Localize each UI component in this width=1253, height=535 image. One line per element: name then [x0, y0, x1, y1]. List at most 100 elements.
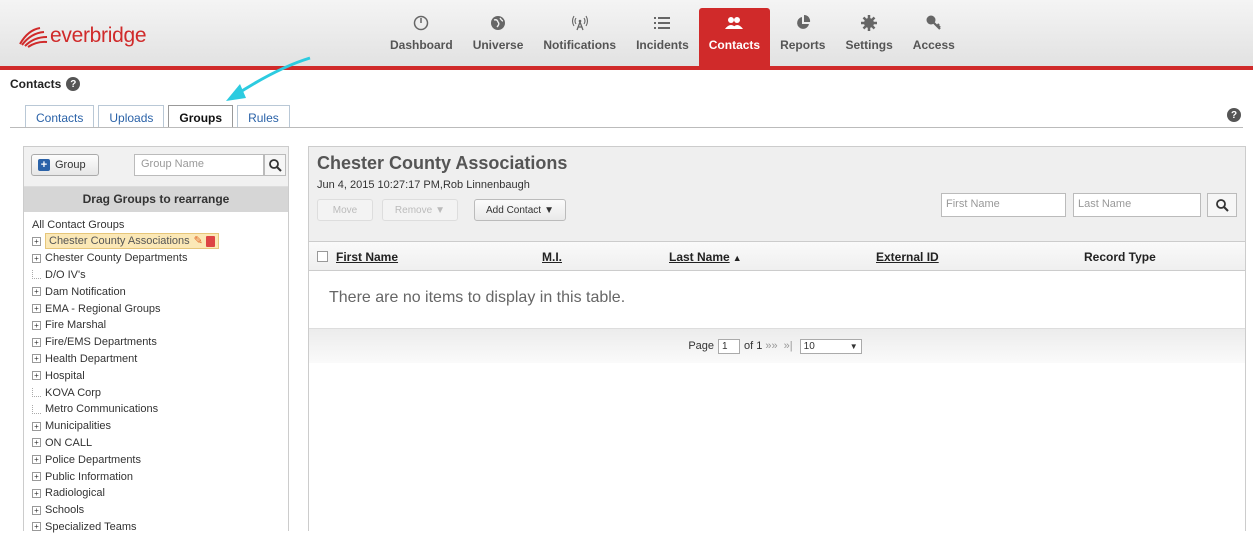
logo-waves-icon: [19, 27, 48, 48]
group-label: Radiological: [45, 487, 105, 500]
group-tree-item[interactable]: + Police Departments: [32, 451, 288, 468]
add-contact-button[interactable]: Add Contact ▼: [474, 199, 566, 221]
expand-toggle-icon[interactable]: +: [32, 320, 41, 330]
help-icon[interactable]: ?: [66, 77, 81, 91]
group-label: Chester County Associations: [49, 235, 190, 248]
nav-dashboard[interactable]: Dashboard: [380, 8, 463, 66]
expand-toggle-icon[interactable]: +: [32, 337, 41, 347]
group-tree-item[interactable]: + Fire/EMS Departments: [32, 334, 288, 351]
group-tree-item[interactable]: + Dam Notification: [32, 283, 288, 300]
expand-toggle-icon[interactable]: +: [32, 253, 41, 263]
nav-notifications[interactable]: Notifications: [533, 8, 626, 66]
group-tree-item[interactable]: + Schools: [32, 502, 288, 519]
group-label: Dam Notification: [45, 285, 126, 298]
group-tree-item[interactable]: + Chester County Associations ✎: [32, 233, 288, 250]
expand-toggle-icon[interactable]: +: [32, 505, 41, 515]
nav-label: Notifications: [543, 38, 617, 52]
nav-access[interactable]: Access: [903, 8, 965, 66]
page-title: Contacts ?: [10, 77, 81, 91]
nav-incidents[interactable]: Incidents: [626, 8, 699, 66]
empty-table-message: There are no items to display in this ta…: [309, 271, 1245, 329]
nav-label: Universe: [472, 38, 524, 52]
nav-label: Contacts: [708, 38, 761, 52]
gear-icon: [860, 14, 878, 32]
add-contact-label: Add Contact: [486, 204, 542, 216]
col-first-name[interactable]: First Name: [336, 250, 398, 264]
main-nav: Dashboard Universe Notifications Inciden…: [380, 8, 965, 66]
expand-toggle-icon[interactable]: +: [32, 236, 41, 246]
group-label: D/O IV's: [45, 268, 86, 281]
first-name-filter-input[interactable]: First Name: [941, 193, 1066, 217]
group-label: KOVA Corp: [45, 386, 102, 399]
group-tree-item[interactable]: + Radiological: [32, 485, 288, 502]
groups-toolbar: + Group Group Name: [24, 147, 288, 187]
tab-bar: Contacts Uploads Groups Rules: [25, 105, 294, 128]
expand-toggle-icon[interactable]: +: [32, 472, 41, 482]
expand-toggle-icon[interactable]: +: [32, 371, 41, 381]
group-tree-item[interactable]: + Health Department: [32, 351, 288, 368]
col-external-id[interactable]: External ID: [876, 250, 939, 264]
contact-search-button[interactable]: [1207, 193, 1237, 217]
group-tree-item[interactable]: + Hospital: [32, 367, 288, 384]
nav-universe[interactable]: Universe: [463, 8, 534, 66]
nav-settings[interactable]: Settings: [835, 8, 902, 66]
group-tree-item[interactable]: + EMA - Regional Groups: [32, 300, 288, 317]
annotation-arrow-icon: [226, 56, 311, 101]
page-help-icon[interactable]: ?: [1227, 108, 1241, 122]
tabs-divider: [10, 127, 1243, 128]
expand-toggle-icon[interactable]: +: [32, 522, 41, 532]
everbridge-logo[interactable]: everbridge: [18, 22, 147, 50]
group-tree-item[interactable]: D/O IV's: [32, 267, 288, 284]
group-label: Health Department: [45, 352, 138, 365]
group-label: Fire/EMS Departments: [45, 336, 157, 349]
group-tree-item[interactable]: + Municipalities: [32, 418, 288, 435]
expand-toggle-icon[interactable]: +: [32, 304, 41, 314]
group-tree-item[interactable]: + Fire Marshal: [32, 317, 288, 334]
nav-contacts[interactable]: Contacts: [698, 8, 771, 66]
group-tree-item[interactable]: Metro Communications: [32, 401, 288, 418]
remove-button[interactable]: Remove ▼: [382, 199, 458, 221]
group-tree-item[interactable]: + ON CALL: [32, 435, 288, 452]
expand-toggle-icon[interactable]: +: [32, 287, 41, 297]
group-label: Fire Marshal: [45, 319, 107, 332]
select-all-checkbox[interactable]: [317, 251, 328, 262]
next-page-icon[interactable]: »»: [765, 340, 777, 352]
tab-contacts[interactable]: Contacts: [25, 105, 95, 128]
nav-label: Reports: [780, 38, 826, 52]
tab-groups[interactable]: Groups: [168, 105, 234, 128]
expand-toggle-icon[interactable]: +: [32, 421, 41, 431]
add-group-button[interactable]: + Group: [31, 154, 99, 176]
nav-label: Settings: [845, 38, 893, 52]
tree-connector: [32, 270, 41, 280]
tab-rules[interactable]: Rules: [237, 105, 290, 128]
remove-label: Remove: [394, 204, 433, 216]
expand-toggle-icon[interactable]: +: [32, 455, 41, 465]
expand-toggle-icon[interactable]: +: [32, 488, 41, 498]
group-detail-header: Chester County Associations Jun 4, 2015 …: [309, 147, 1245, 241]
selected-group[interactable]: Chester County Associations ✎: [45, 233, 219, 250]
col-last-name[interactable]: Last Name ▲: [669, 250, 742, 264]
delete-trash-icon[interactable]: [205, 235, 215, 247]
pagination: Page 1 of 1 »» »| 10 ▼: [309, 329, 1245, 363]
group-name-search-input[interactable]: Group Name: [134, 154, 264, 176]
group-tree-item[interactable]: + Chester County Departments: [32, 250, 288, 267]
group-tree-item[interactable]: + Specialized Teams: [32, 519, 288, 535]
page-number-input[interactable]: 1: [718, 338, 741, 354]
col-mi[interactable]: M.I.: [542, 250, 562, 264]
tab-uploads[interactable]: Uploads: [98, 105, 165, 128]
move-button[interactable]: Move: [317, 199, 373, 221]
group-tree: All Contact Groups + Chester County Assoc…: [24, 212, 288, 535]
tree-root[interactable]: All Contact Groups: [32, 218, 288, 232]
nav-reports[interactable]: Reports: [770, 8, 835, 66]
group-tree-item[interactable]: KOVA Corp: [32, 384, 288, 401]
group-tree-item[interactable]: + Public Information: [32, 468, 288, 485]
page-title-text: Contacts: [10, 77, 62, 91]
expand-toggle-icon[interactable]: +: [32, 438, 41, 448]
edit-pencil-icon[interactable]: ✎: [194, 234, 203, 248]
page-size-select[interactable]: 10 ▼: [799, 338, 862, 354]
last-page-icon[interactable]: »|: [784, 340, 793, 352]
last-name-filter-input[interactable]: Last Name: [1073, 193, 1201, 217]
group-search-button[interactable]: [264, 154, 286, 176]
header-accent-bar: [0, 66, 1253, 70]
expand-toggle-icon[interactable]: +: [32, 354, 41, 364]
